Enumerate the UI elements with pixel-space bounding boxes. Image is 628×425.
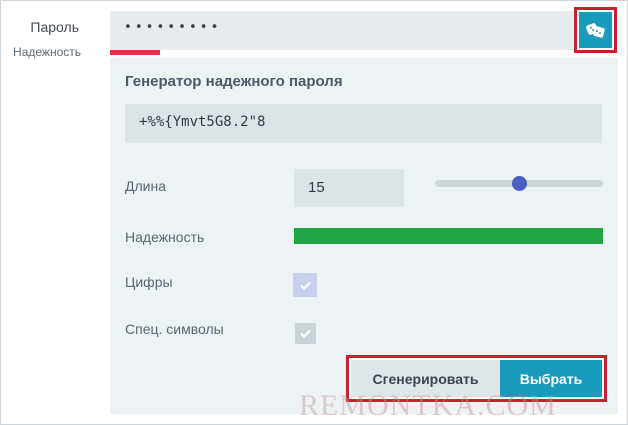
length-slider-thumb[interactable] xyxy=(512,176,527,191)
length-value: 15 xyxy=(308,179,325,196)
dice-icon xyxy=(585,23,605,38)
generate-password-button[interactable] xyxy=(574,7,617,53)
symbols-label: Спец. символы xyxy=(125,321,224,337)
panel-title: Генератор надежного пароля xyxy=(125,73,343,90)
checkmark-icon xyxy=(299,281,311,290)
password-strength-bar xyxy=(110,50,160,55)
generated-password-value: +%%{Ymvt5G8.2"8 xyxy=(139,114,266,130)
password-field[interactable]: ••••••••• xyxy=(110,11,573,50)
length-input[interactable]: 15 xyxy=(294,169,404,207)
watermark: REMONTKA.COM xyxy=(299,389,557,422)
strength-meter-fill xyxy=(294,228,603,244)
password-label: Пароль xyxy=(30,19,79,35)
digits-label: Цифры xyxy=(125,274,173,290)
length-label: Длина xyxy=(125,178,166,194)
digits-checkbox[interactable] xyxy=(293,273,317,297)
strength-label: Надежность xyxy=(125,229,205,245)
symbols-checkbox[interactable] xyxy=(295,323,316,344)
password-masked-value: ••••••••• xyxy=(124,20,222,35)
strength-meter xyxy=(294,228,603,244)
checkmark-icon xyxy=(300,329,311,338)
length-slider[interactable] xyxy=(435,176,603,191)
generate-password-button-face[interactable] xyxy=(579,12,612,48)
password-strength-label: Надежность xyxy=(13,45,81,59)
generated-password-field[interactable]: +%%{Ymvt5G8.2"8 xyxy=(125,104,602,143)
